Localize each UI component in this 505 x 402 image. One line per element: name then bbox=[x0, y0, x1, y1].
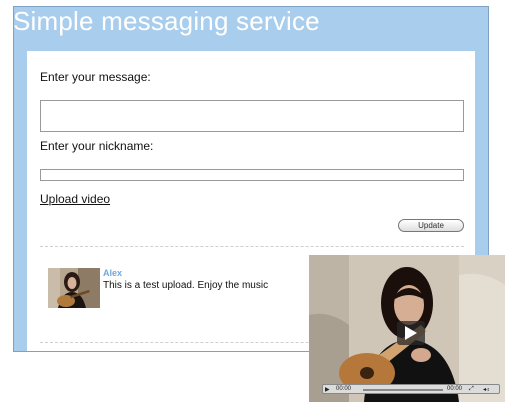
play-icon bbox=[405, 326, 417, 340]
nickname-input[interactable] bbox=[40, 169, 464, 181]
video-thumbnail[interactable] bbox=[48, 268, 100, 308]
play-button[interactable] bbox=[397, 321, 425, 345]
play-icon[interactable]: ▶ bbox=[325, 386, 330, 393]
post-author[interactable]: Alex bbox=[103, 268, 122, 278]
video-player[interactable]: ▶ 00:00 00:00 ⤢ ◂◃ bbox=[309, 255, 505, 402]
video-controls: ▶ 00:00 00:00 ⤢ ◂◃ bbox=[322, 384, 500, 394]
message-input[interactable] bbox=[40, 100, 464, 132]
fullscreen-icon[interactable]: ⤢ bbox=[469, 386, 474, 393]
divider bbox=[40, 246, 464, 247]
app-title: Simple messaging service bbox=[13, 6, 320, 36]
upload-video-link[interactable]: Upload video bbox=[40, 192, 110, 206]
message-label: Enter your message: bbox=[40, 70, 151, 84]
time-elapsed: 00:00 bbox=[336, 386, 352, 392]
time-total: 00:00 bbox=[447, 386, 463, 392]
nickname-label: Enter your nickname: bbox=[40, 139, 154, 153]
seek-bar[interactable] bbox=[363, 389, 443, 391]
post-text: This is a test upload. Enjoy the music bbox=[103, 280, 269, 291]
update-button[interactable]: Update bbox=[398, 219, 464, 232]
list-item: Alex This is a test upload. Enjoy the mu… bbox=[48, 268, 348, 308]
volume-icon[interactable]: ◂◃ bbox=[483, 386, 489, 393]
